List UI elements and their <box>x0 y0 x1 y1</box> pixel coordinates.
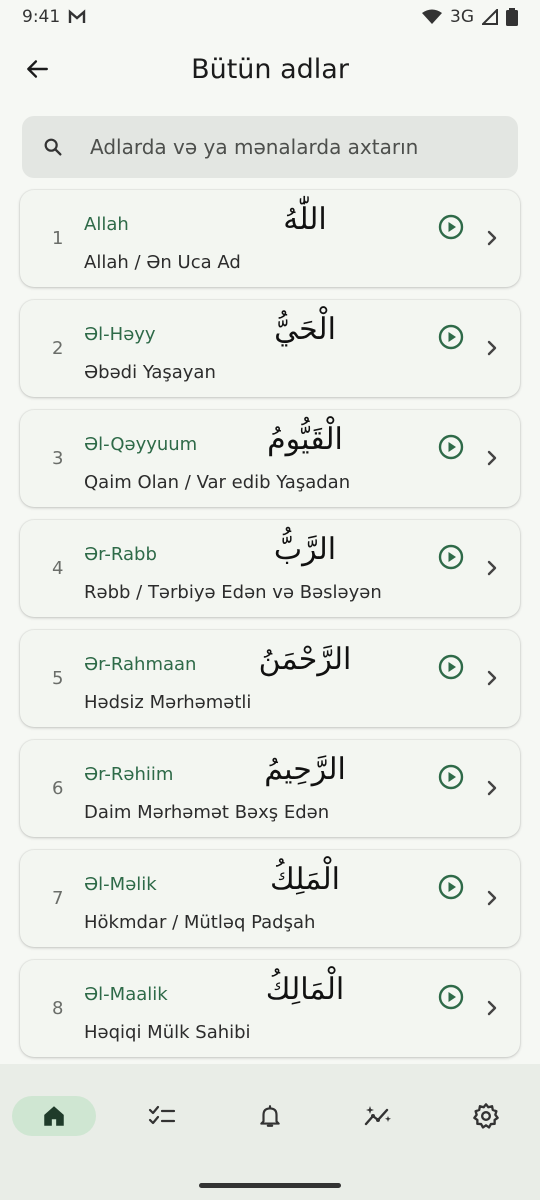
item-transliteration: Allah <box>84 214 129 235</box>
play-audio-icon[interactable] <box>438 544 464 570</box>
nav-stats[interactable] <box>336 1096 420 1136</box>
item-number: 7 <box>52 888 64 909</box>
chevron-right-icon <box>487 670 497 686</box>
item-meaning: Rəbb / Tərbiyə Edən və Bəsləyən <box>84 582 382 603</box>
name-card[interactable]: 5 Ər-Rahmaan الرَّحْمَنُ Hədsiz Mərhəmət… <box>20 630 520 727</box>
item-transliteration: Əl-Məlik <box>84 874 157 895</box>
name-card[interactable]: 8 Əl-Maalik الْمَالِكُ Həqiqi Mülk Sahib… <box>20 960 520 1057</box>
arrow-back-icon <box>27 60 48 78</box>
name-card[interactable]: 3 Əl-Qəyyuum الْقَيُّومُ Qaim Olan / Var… <box>20 410 520 507</box>
back-button[interactable] <box>20 52 54 86</box>
item-number: 6 <box>52 778 64 799</box>
search-bar[interactable] <box>22 116 518 178</box>
item-meaning: Daim Mərhəmət Bəxş Edən <box>84 802 330 823</box>
item-arabic: الرَّحِيمُ <box>264 752 346 787</box>
item-arabic: الْمَالِكُ <box>265 972 345 1007</box>
chevron-right-icon <box>487 780 497 796</box>
page-title: Bütün adlar <box>191 53 349 85</box>
chevron-right-icon <box>487 1000 497 1016</box>
status-bar: 9:41 3G <box>0 0 540 34</box>
item-meaning: Həqiqi Mülk Sahibi <box>84 1022 251 1043</box>
name-card[interactable]: 6 Ər-Rəhiim الرَّحِيمُ Daim Mərhəmət Bəx… <box>20 740 520 837</box>
item-arabic: الرَّحْمَنُ <box>258 642 352 677</box>
item-meaning: Hökmdar / Mütləq Padşah <box>84 912 316 933</box>
wifi-icon <box>422 9 442 24</box>
chevron-right-icon <box>487 230 497 246</box>
network-type: 3G <box>450 7 474 27</box>
play-audio-icon[interactable] <box>438 654 464 680</box>
gesture-home-bar[interactable] <box>199 1183 341 1188</box>
battery-icon <box>506 8 518 26</box>
item-number: 5 <box>52 668 64 689</box>
chevron-right-icon <box>487 890 497 906</box>
item-meaning: Qaim Olan / Var edib Yaşadan <box>84 472 351 493</box>
play-audio-icon[interactable] <box>438 984 464 1010</box>
checklist-icon <box>148 1105 176 1125</box>
app-notification-icon <box>68 9 86 23</box>
chevron-right-icon <box>487 340 497 356</box>
item-transliteration: Ər-Rəhiim <box>84 764 174 785</box>
play-audio-icon[interactable] <box>438 764 464 790</box>
item-arabic: الرَّبُّ <box>273 532 337 567</box>
play-audio-icon[interactable] <box>438 434 464 460</box>
item-transliteration: Ər-Rahmaan <box>84 654 197 675</box>
item-transliteration: Ər-Rabb <box>84 544 157 565</box>
item-meaning: Allah / Ən Uca Ad <box>84 252 241 273</box>
sparkle-chart-icon <box>364 1106 391 1126</box>
names-list: 1 Allah اللّٰهُ Allah / Ən Uca Ad 2 Əl-H… <box>20 190 520 1070</box>
item-number: 3 <box>52 448 64 469</box>
item-number: 8 <box>52 998 64 1019</box>
app-header: Bütün adlar <box>0 34 540 104</box>
item-arabic: اللّٰهُ <box>283 202 327 237</box>
play-audio-icon[interactable] <box>438 324 464 350</box>
name-card[interactable]: 1 Allah اللّٰهُ Allah / Ən Uca Ad <box>20 190 520 287</box>
search-icon <box>44 138 62 156</box>
name-card[interactable]: 2 Əl-Həyy الْحَيُّ Əbədi Yaşayan <box>20 300 520 397</box>
item-transliteration: Əl-Qəyyuum <box>84 434 198 455</box>
item-arabic: الْحَيُّ <box>274 312 336 347</box>
nav-checklist[interactable] <box>120 1096 204 1136</box>
status-time: 9:41 <box>22 7 61 27</box>
item-number: 2 <box>52 338 64 359</box>
name-card[interactable]: 7 Əl-Məlik الْمَلِكُ Hökmdar / Mütləq Pa… <box>20 850 520 947</box>
home-icon <box>44 1106 64 1126</box>
item-number: 4 <box>52 558 64 579</box>
cell-signal-icon <box>482 9 498 25</box>
bell-icon <box>260 1105 280 1127</box>
item-transliteration: Əl-Maalik <box>84 984 168 1005</box>
bottom-navigation <box>0 1064 540 1200</box>
nav-settings[interactable] <box>444 1096 528 1136</box>
item-meaning: Hədsiz Mərhəmətli <box>84 692 252 713</box>
play-audio-icon[interactable] <box>438 214 464 240</box>
chevron-right-icon <box>487 560 497 576</box>
item-transliteration: Əl-Həyy <box>84 324 156 345</box>
nav-home[interactable] <box>12 1096 96 1136</box>
item-arabic: الْمَلِكُ <box>269 862 341 897</box>
nav-notifications[interactable] <box>228 1096 312 1136</box>
search-input[interactable] <box>88 134 492 160</box>
settings-gear-icon <box>473 1103 499 1129</box>
play-audio-icon[interactable] <box>438 874 464 900</box>
item-meaning: Əbədi Yaşayan <box>84 362 216 383</box>
name-card[interactable]: 4 Ər-Rabb الرَّبُّ Rəbb / Tərbiyə Edən v… <box>20 520 520 617</box>
item-number: 1 <box>52 228 64 249</box>
item-arabic: الْقَيُّومُ <box>267 422 343 457</box>
chevron-right-icon <box>487 450 497 466</box>
